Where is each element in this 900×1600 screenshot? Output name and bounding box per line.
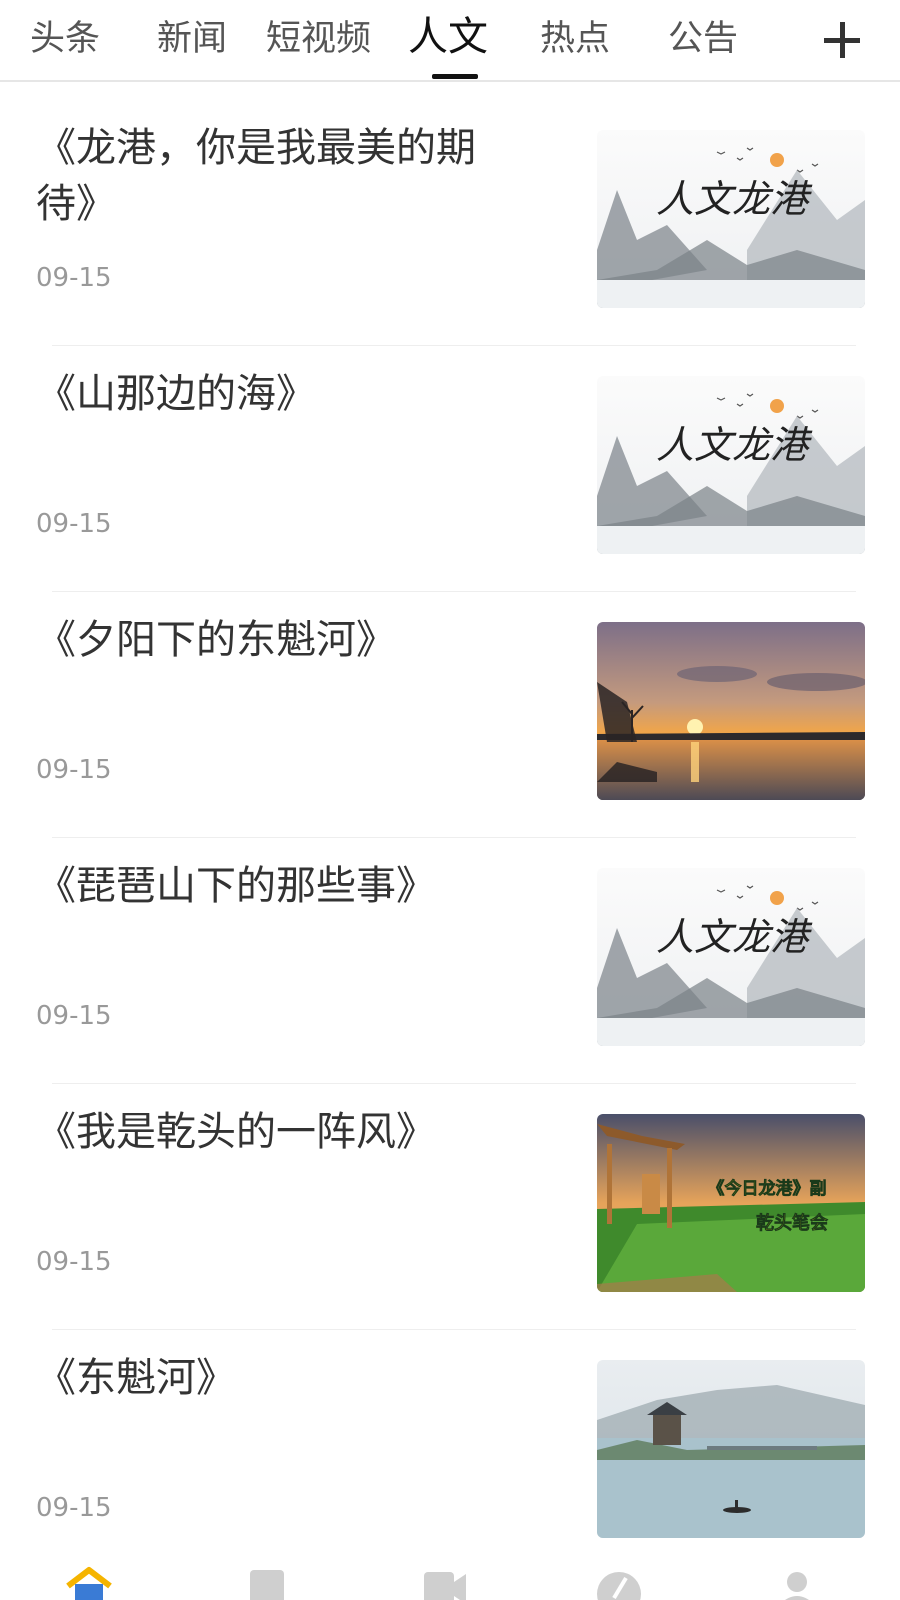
compass-icon[interactable] — [594, 1564, 644, 1600]
thumb-subcaption: 乾头笔会 — [756, 1212, 828, 1234]
tab-headlines[interactable]: 头条 — [30, 14, 100, 64]
article-item[interactable]: 《夕阳下的东魁河》 09-15 — [0, 592, 900, 838]
channel-tab-bar: 头条 新闻 短视频 人文 热点 公告 — [0, 0, 900, 82]
article-thumbnail[interactable]: 人文龙港 — [597, 376, 865, 554]
tab-hot[interactable]: 热点 — [540, 14, 610, 64]
article-title[interactable]: 《山那边的海》 — [36, 366, 516, 422]
sunset-river-image — [597, 622, 865, 800]
user-icon[interactable] — [772, 1564, 822, 1600]
article-title[interactable]: 《夕阳下的东魁河》 — [36, 612, 516, 668]
garden-pavilion-image: 《今日龙港》副 乾头笔会 — [597, 1114, 865, 1292]
book-icon[interactable] — [242, 1564, 292, 1600]
article-date: 09-15 — [36, 1493, 112, 1523]
article-item[interactable]: 《琵琶山下的那些事》 09-15 人文龙港 — [0, 838, 900, 1084]
home-icon[interactable] — [64, 1564, 114, 1600]
article-date: 09-15 — [36, 1247, 112, 1277]
add-channel-icon[interactable] — [822, 20, 862, 60]
tab-culture[interactable]: 人文 — [408, 12, 488, 62]
thumb-caption: 人文龙港 — [656, 423, 813, 467]
video-icon[interactable] — [420, 1564, 470, 1600]
bottom-navigation — [0, 1540, 900, 1600]
ink-mountains-image: 人文龙港 — [597, 130, 865, 308]
article-thumbnail[interactable] — [597, 622, 865, 800]
article-date: 09-15 — [36, 263, 112, 293]
article-item[interactable]: 《我是乾头的一阵风》 09-15 《今日龙港》副 乾头笔会 — [0, 1084, 900, 1330]
thumb-caption: 《今日龙港》副 — [708, 1178, 827, 1199]
article-date: 09-15 — [36, 755, 112, 785]
article-date: 09-15 — [36, 509, 112, 539]
tab-announcements[interactable]: 公告 — [668, 14, 738, 64]
tab-news[interactable]: 新闻 — [157, 14, 227, 64]
thumb-caption: 人文龙港 — [656, 915, 813, 959]
article-title[interactable]: 《我是乾头的一阵风》 — [36, 1104, 516, 1160]
tab-short-video[interactable]: 短视频 — [266, 14, 371, 64]
active-tab-indicator — [432, 74, 478, 79]
pavilion-river-image — [597, 1360, 865, 1538]
article-title[interactable]: 《琵琶山下的那些事》 — [36, 858, 516, 914]
article-thumbnail[interactable]: 人文龙港 — [597, 868, 865, 1046]
article-thumbnail[interactable] — [597, 1360, 865, 1538]
article-thumbnail[interactable]: 人文龙港 — [597, 130, 865, 308]
article-item[interactable]: 《龙港，你是我最美的期待》 09-15 人文龙港 — [0, 100, 900, 346]
ink-mountains-image: 人文龙港 — [597, 376, 865, 554]
article-date: 09-15 — [36, 1001, 112, 1031]
ink-mountains-image: 人文龙港 — [597, 868, 865, 1046]
article-item[interactable]: 《山那边的海》 09-15 人文龙港 — [0, 346, 900, 592]
article-title[interactable]: 《东魁河》 — [36, 1350, 516, 1406]
thumb-caption: 人文龙港 — [656, 177, 813, 221]
article-thumbnail[interactable]: 《今日龙港》副 乾头笔会 — [597, 1114, 865, 1292]
article-title[interactable]: 《龙港，你是我最美的期待》 — [36, 120, 516, 232]
